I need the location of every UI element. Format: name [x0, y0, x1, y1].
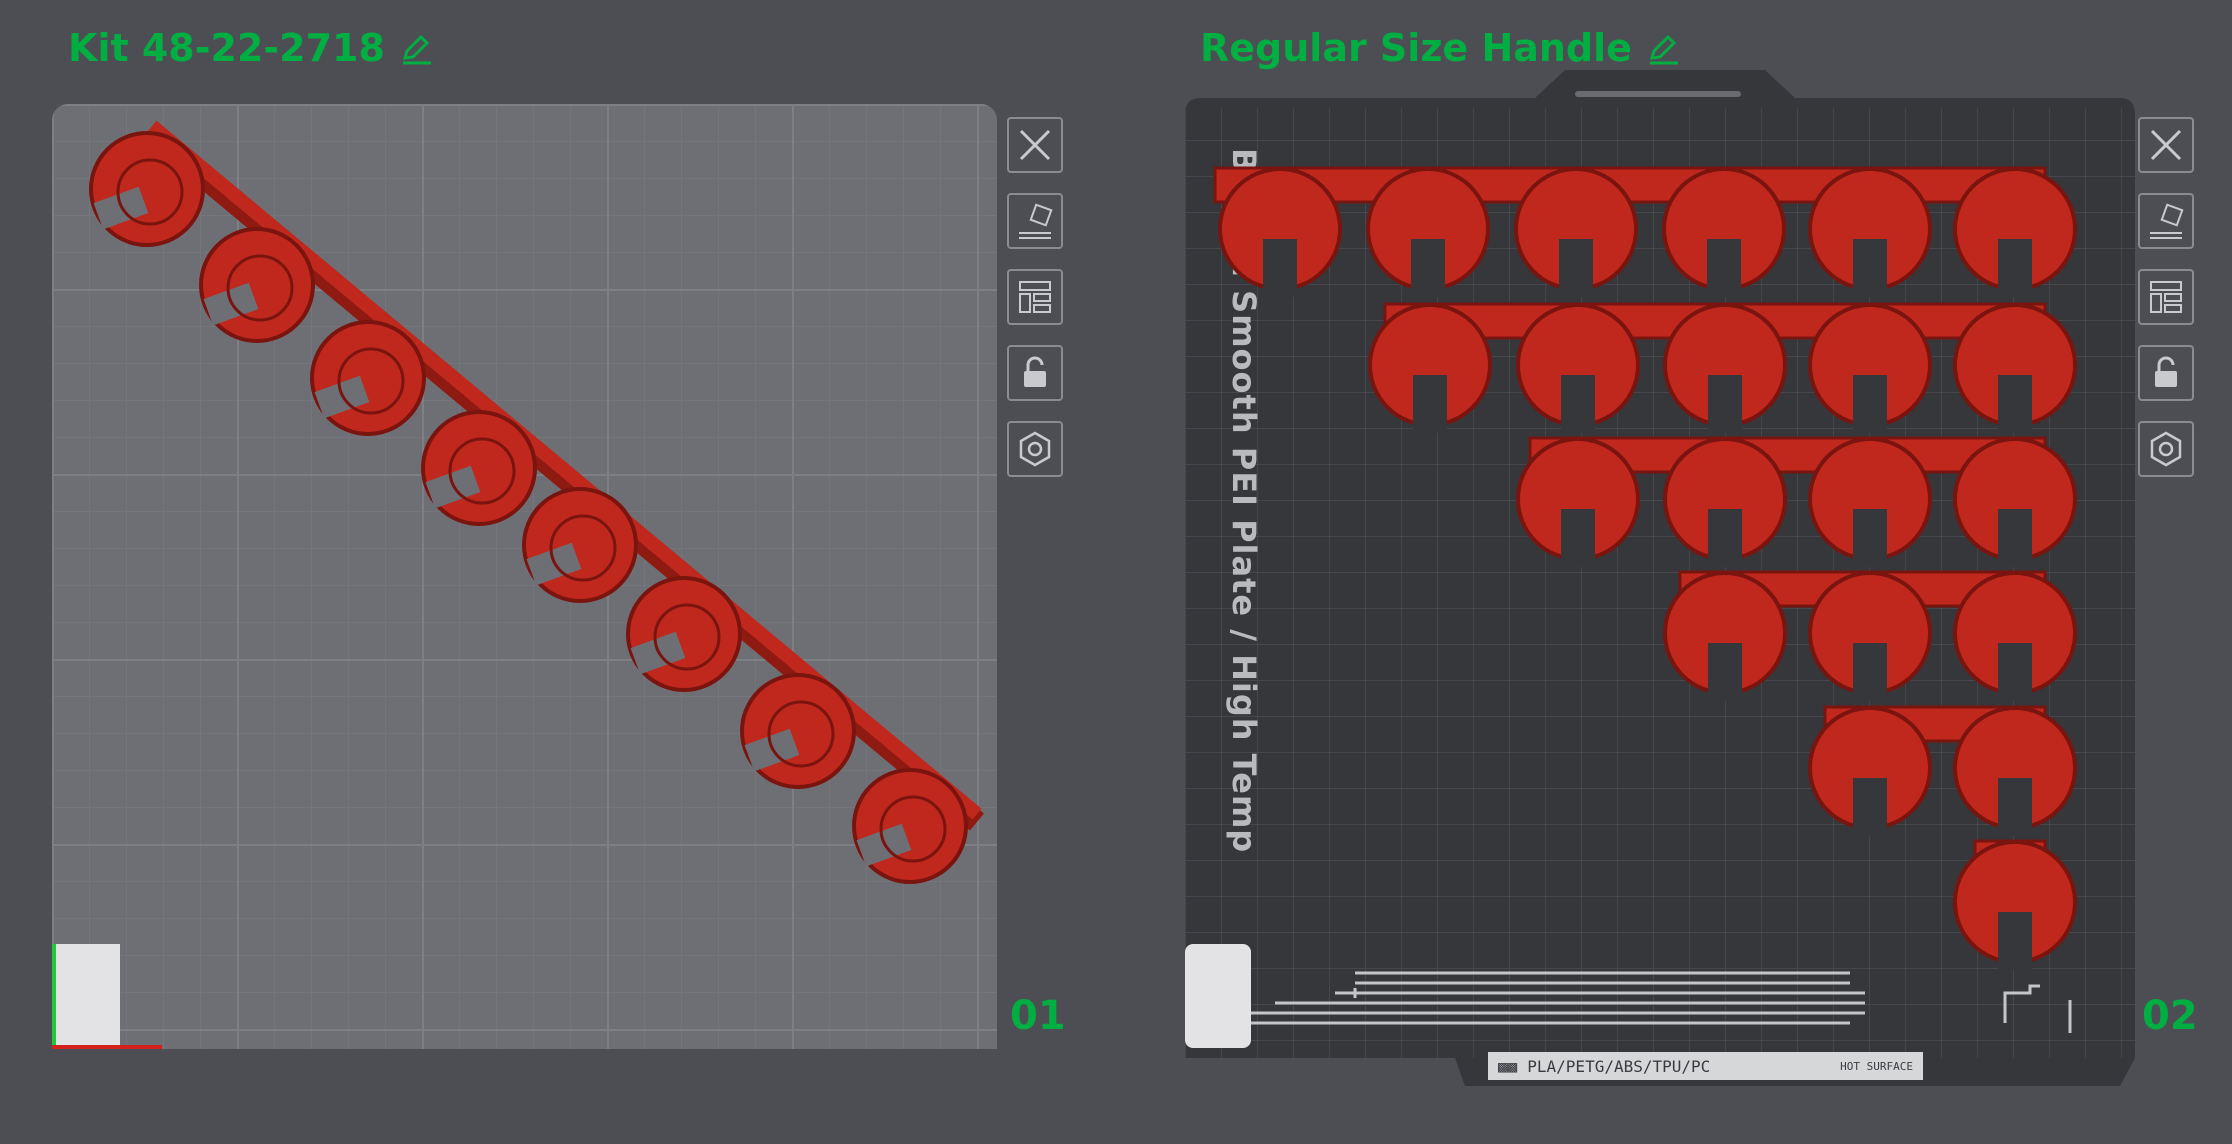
auto-orient-button[interactable] [1007, 193, 1063, 249]
plate-settings-button[interactable] [2138, 421, 2194, 477]
arrange-icon [1019, 281, 1051, 313]
qr-icon: ▩▩ [1498, 1056, 1518, 1076]
remove-plate-button[interactable] [2138, 117, 2194, 173]
auto-orient-icon [1019, 203, 1053, 239]
lock-icon [1024, 356, 1046, 387]
close-icon [1019, 129, 1051, 161]
arrange-button[interactable] [1007, 269, 1063, 325]
settings-icon [2150, 431, 2182, 467]
plate-settings-button[interactable] [1007, 421, 1063, 477]
edit-icon[interactable] [1646, 31, 1680, 65]
row-3 [1516, 436, 2077, 567]
lock-plate-button[interactable] [2138, 345, 2194, 401]
plate-corner-marker [52, 944, 120, 1049]
row-1 [1213, 166, 2077, 297]
auto-orient-icon [2150, 203, 2184, 239]
settings-icon [1019, 431, 1051, 467]
plate-2-name: Regular Size Handle [1200, 26, 1632, 70]
plate-1-parts[interactable] [52, 104, 997, 1049]
plate-1-title[interactable]: Kit 48-22-2718 [68, 20, 433, 76]
arrange-icon [2150, 281, 2182, 313]
plate-2-number: 02 [2142, 993, 2198, 1039]
plate-1-name: Kit 48-22-2718 [68, 26, 385, 70]
edit-icon[interactable] [399, 31, 433, 65]
wrench-holder-part [89, 131, 968, 884]
arrange-button[interactable] [2138, 269, 2194, 325]
plate-2-parts[interactable] [1185, 104, 2135, 1004]
row-2 [1368, 302, 2077, 433]
plate-1-number: 01 [1010, 993, 1066, 1039]
lock-icon [2155, 356, 2177, 387]
close-icon [2150, 129, 2182, 161]
hot-surface-warning: HOT SURFACE [1840, 1059, 1913, 1073]
row-6 [1953, 839, 2077, 970]
plate-label-strip: ▩▩ PLA/PETG/ABS/TPU/PC HOT SURFACE [1488, 1052, 1923, 1080]
auto-orient-button[interactable] [2138, 193, 2194, 249]
row-5 [1808, 705, 2077, 836]
row-4 [1663, 570, 2077, 701]
plate-1-toolbar [1007, 117, 1063, 477]
remove-plate-button[interactable] [1007, 117, 1063, 173]
lock-plate-button[interactable] [1007, 345, 1063, 401]
material-list: PLA/PETG/ABS/TPU/PC [1527, 1056, 1711, 1076]
plate-2-toolbar [2138, 117, 2194, 477]
